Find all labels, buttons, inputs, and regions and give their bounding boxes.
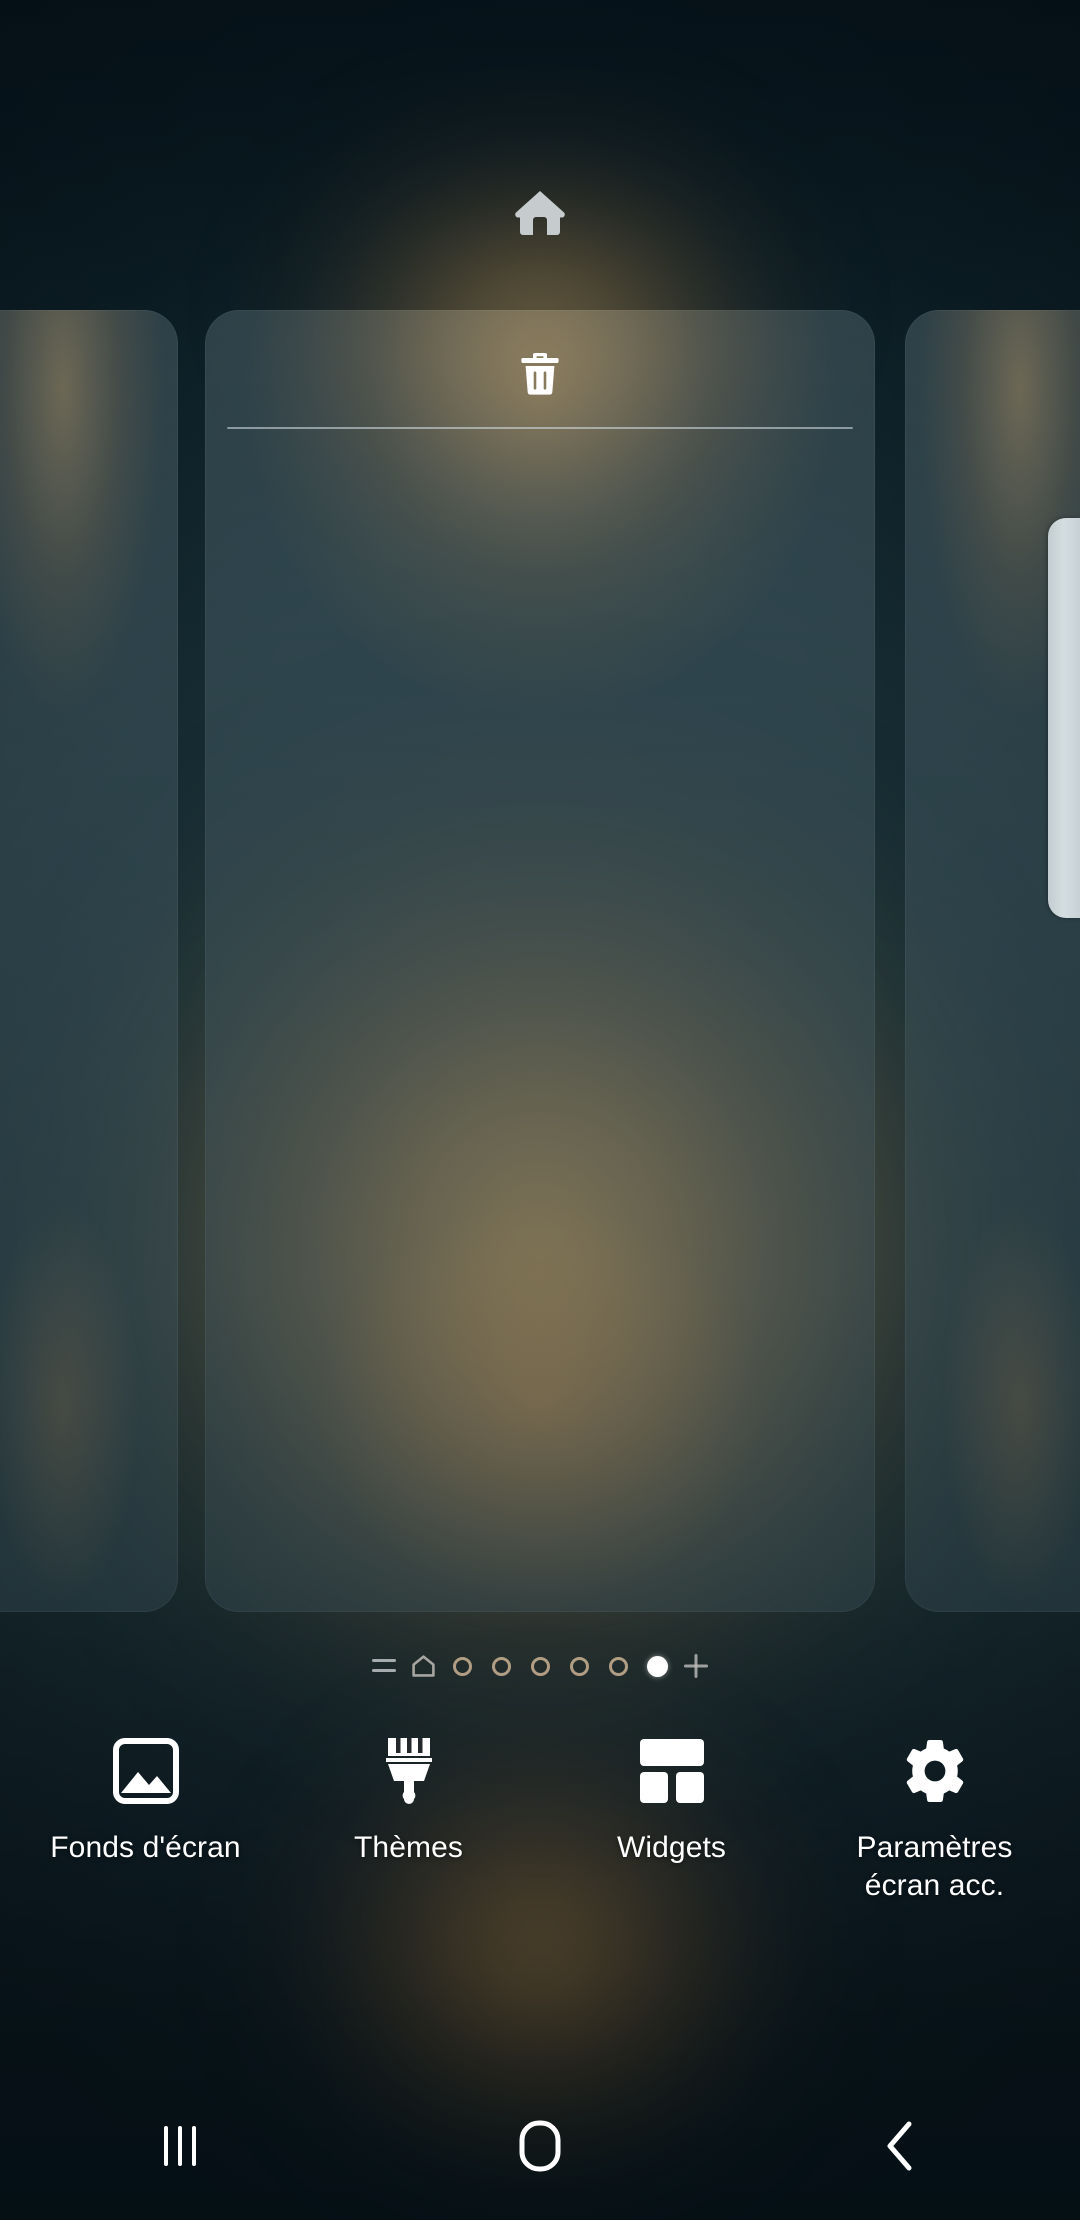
page-dot-icon bbox=[530, 1656, 550, 1676]
add-page-icon bbox=[683, 1653, 709, 1679]
home-pages-carousel bbox=[0, 310, 1080, 1612]
page-card-previous[interactable] bbox=[0, 310, 178, 1612]
action-widgets[interactable]: Widgets bbox=[556, 1732, 788, 1867]
home-outline-icon bbox=[411, 1655, 435, 1677]
page-dot-button[interactable] bbox=[521, 1640, 560, 1692]
page-card-current[interactable] bbox=[205, 310, 875, 1612]
android-navigation-bar bbox=[0, 2072, 1080, 2220]
app-list-icon bbox=[372, 1657, 396, 1675]
widgets-grid-icon bbox=[639, 1732, 704, 1810]
set-as-home-target[interactable] bbox=[480, 168, 600, 258]
card-glow-bottom bbox=[0, 310, 178, 1612]
card-divider bbox=[227, 427, 853, 429]
home-edit-actions: Fonds d'écran Thèmes Widgets Paramètres … bbox=[0, 1732, 1080, 1962]
home-screen-edit-mode: Fonds d'écran Thèmes Widgets Paramètres … bbox=[0, 0, 1080, 2220]
image-icon bbox=[112, 1732, 179, 1810]
gear-icon bbox=[902, 1732, 968, 1810]
card-glow-bottom bbox=[905, 310, 1080, 1612]
page-dot-icon bbox=[608, 1656, 628, 1676]
recents-icon bbox=[160, 2124, 200, 2168]
back-chevron-icon bbox=[885, 2121, 915, 2171]
add-page-button[interactable] bbox=[677, 1640, 716, 1692]
action-label: Paramètres écran acc. bbox=[856, 1831, 1013, 1902]
action-label: Fonds d'écran bbox=[50, 1831, 241, 1864]
app-list-button[interactable] bbox=[365, 1640, 404, 1692]
page-dot-button-active[interactable] bbox=[638, 1640, 677, 1692]
page-dot-icon bbox=[491, 1656, 511, 1676]
page-dot-button[interactable] bbox=[599, 1640, 638, 1692]
home-nav-icon bbox=[519, 2120, 561, 2172]
main-home-page-button[interactable] bbox=[404, 1640, 443, 1692]
page-card-next[interactable] bbox=[905, 310, 1080, 1612]
page-dot-button[interactable] bbox=[482, 1640, 521, 1692]
page-dot-icon bbox=[452, 1656, 472, 1676]
page-dot-active-icon bbox=[646, 1655, 668, 1677]
action-home-screen-settings[interactable]: Paramètres écran acc. bbox=[819, 1732, 1051, 1905]
action-themes[interactable]: Thèmes bbox=[293, 1732, 525, 1867]
page-dot-button[interactable] bbox=[443, 1640, 482, 1692]
trash-icon bbox=[521, 351, 559, 400]
card-glow-bottom bbox=[205, 310, 875, 1612]
action-label: Thèmes bbox=[354, 1831, 463, 1864]
action-wallpapers[interactable]: Fonds d'écran bbox=[30, 1732, 262, 1867]
delete-page-target[interactable] bbox=[485, 332, 595, 418]
edge-panel-handle[interactable] bbox=[1048, 518, 1080, 918]
page-dot-button[interactable] bbox=[560, 1640, 599, 1692]
nav-recents-button[interactable] bbox=[95, 2072, 265, 2220]
paintbrush-icon bbox=[378, 1732, 440, 1810]
nav-back-button[interactable] bbox=[815, 2072, 985, 2220]
home-icon bbox=[514, 189, 566, 237]
page-indicator bbox=[0, 1640, 1080, 1692]
page-dot-icon bbox=[569, 1656, 589, 1676]
action-label: Widgets bbox=[616, 1831, 727, 1864]
nav-home-button[interactable] bbox=[455, 2072, 625, 2220]
